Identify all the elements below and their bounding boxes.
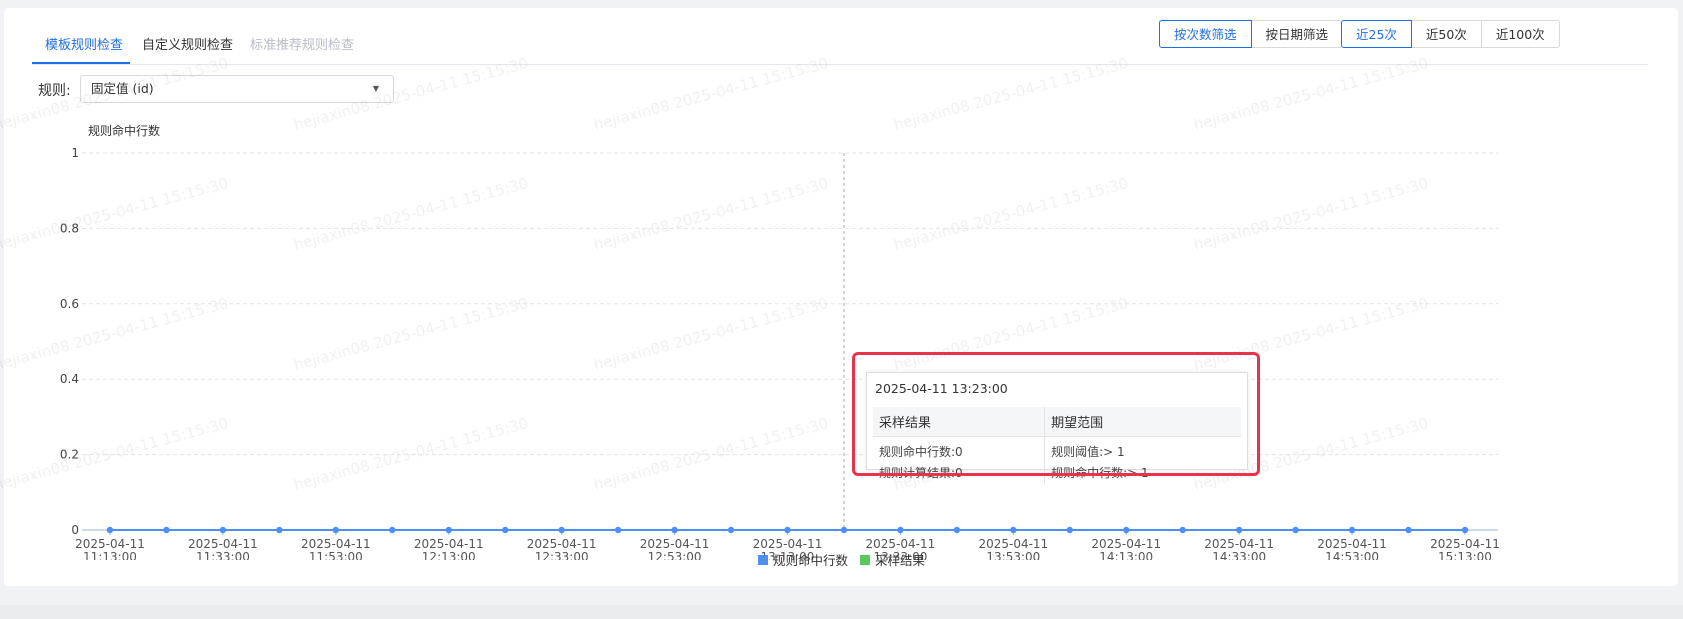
y-tick-label: 0: [71, 523, 79, 537]
last-25-button[interactable]: 近25次: [1341, 20, 1412, 48]
x-tick-label-date: 2025-04-11: [301, 537, 371, 551]
y-axis-title: 规则命中行数: [88, 123, 160, 138]
data-point: [106, 526, 114, 534]
data-point: [953, 526, 961, 534]
x-tick-label-date: 2025-04-11: [1430, 537, 1500, 551]
y-tick-label: 0.6: [60, 297, 79, 311]
data-point: [276, 526, 283, 534]
data-point: [897, 526, 904, 534]
x-tick-label-date: 2025-04-11: [75, 537, 145, 551]
x-tick-label-date: 2025-04-11: [1204, 537, 1274, 551]
tooltip-expected-hits: 规则命中行数:> 1: [1044, 463, 1241, 484]
x-tick-label-date: 2025-04-11: [753, 537, 823, 551]
data-tooltip: 2025-04-11 13:23:00 采样结果 期望范围 规则命中行数:0 规…: [866, 372, 1248, 484]
data-point: [1179, 526, 1186, 534]
data-point: [840, 526, 848, 534]
x-tick-label-date: 2025-04-11: [527, 537, 597, 551]
y-tick-label: 0.4: [60, 372, 79, 386]
legend-item-rule-hits[interactable]: 规则命中行数: [757, 550, 848, 569]
data-point: [502, 526, 509, 534]
legend-swatch-sample-result: [859, 554, 870, 565]
y-tick-label: 1: [71, 146, 79, 160]
legend-label-rule-hits: 规则命中行数: [772, 553, 848, 568]
data-point: [1292, 526, 1299, 534]
tooltip-header-sample: 采样结果: [873, 407, 1045, 437]
data-point: [219, 526, 227, 534]
data-point: [1066, 526, 1073, 534]
data-point: [614, 526, 622, 534]
data-point: [1010, 526, 1017, 534]
rule-hit-line-chart: 规则命中行数 10.80.60.40.20 2025-04-1111:13:00…: [60, 123, 1500, 560]
data-point: [1405, 526, 1412, 534]
data-point: [1461, 526, 1469, 534]
x-tick-label-date: 2025-04-11: [1091, 537, 1161, 551]
data-point: [727, 526, 735, 534]
data-point: [163, 526, 170, 534]
x-tick-label-date: 2025-04-11: [866, 537, 936, 551]
data-point: [445, 526, 452, 534]
tooltip-sample-hits: 规则命中行数:0: [879, 445, 963, 459]
x-tick-label-date: 2025-04-11: [978, 537, 1048, 551]
data-point: [784, 526, 791, 534]
y-tick-label: 0.2: [60, 448, 79, 462]
x-tick-label-date: 2025-04-11: [1317, 537, 1387, 551]
x-tick-label-date: 2025-04-11: [414, 537, 484, 551]
chart-legend: 规则命中行数 采样结果: [0, 550, 1683, 569]
data-point: [1235, 526, 1243, 534]
data-point: [1123, 526, 1130, 534]
legend-label-sample-result: 采样结果: [874, 553, 925, 568]
data-point: [1348, 526, 1356, 534]
legend-item-sample-result[interactable]: 采样结果: [859, 550, 925, 569]
filter-by-count-button[interactable]: 按次数筛选: [1159, 20, 1252, 48]
tooltip-header-expected: 期望范围: [1044, 407, 1241, 437]
data-point: [558, 526, 565, 534]
bottom-scroll-area: [0, 605, 1683, 619]
tooltip-time: 2025-04-11 13:23:00: [875, 381, 1008, 396]
tooltip-expected-threshold: 规则阈值:> 1: [1044, 436, 1241, 463]
data-point: [389, 526, 396, 534]
data-point: [332, 526, 340, 534]
tooltip-table: 采样结果 期望范围 规则命中行数:0 规则阈值:> 1 规则计算结果:0 规则命…: [873, 407, 1241, 484]
tooltip-sample-result: 规则计算结果:0: [879, 466, 963, 480]
legend-swatch-rule-hits: [757, 554, 768, 565]
data-point: [671, 526, 678, 534]
y-tick-label: 0.8: [60, 221, 79, 235]
x-tick-label-date: 2025-04-11: [640, 537, 710, 551]
x-tick-label-date: 2025-04-11: [188, 537, 258, 551]
